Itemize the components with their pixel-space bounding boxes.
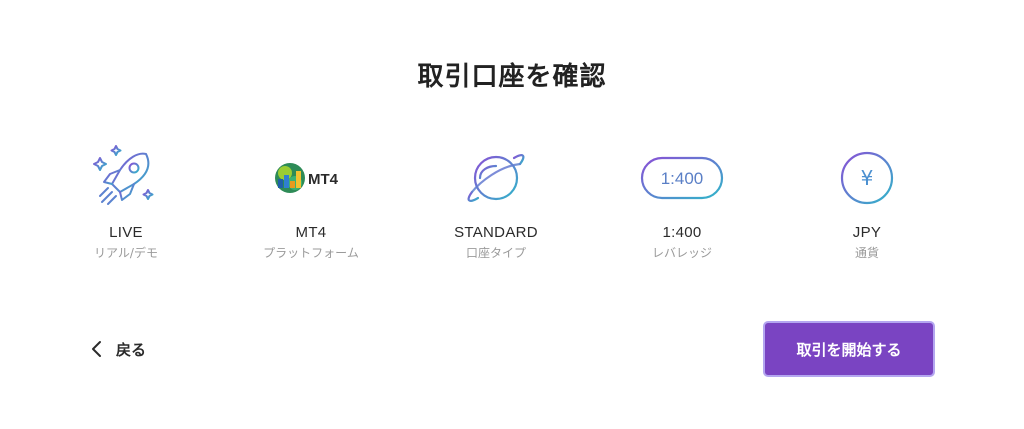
account-type-value: STANDARD xyxy=(454,224,538,241)
platform-label: プラットフォーム xyxy=(263,246,359,260)
leverage-badge-text: 1:400 xyxy=(661,169,704,188)
back-button[interactable]: 戻る xyxy=(88,336,146,362)
mt4-logo-text: MT4 xyxy=(308,171,339,188)
yen-icon: ¥ xyxy=(782,140,952,216)
currency-value: JPY xyxy=(852,224,882,241)
page-title: 取引口座を確認 xyxy=(417,62,607,92)
rocket-icon xyxy=(41,140,211,216)
summary-item-currency: ¥ JPY 通貨 xyxy=(782,140,952,261)
mt4-logo-icon: MT4 xyxy=(226,140,396,216)
summary-item-account-type: STANDARD 口座タイプ xyxy=(411,140,581,261)
start-trading-button-label: 取引を開始する xyxy=(796,340,902,359)
chevron-left-icon xyxy=(92,341,101,357)
platform-value: MT4 xyxy=(295,224,327,241)
account-summary: LIVE リアル/デモ MT4 MT4 プラットフォーム STANDARD 口座… xyxy=(0,140,1024,270)
account-mode-label: リアル/デモ xyxy=(94,246,158,260)
yen-symbol: ¥ xyxy=(861,166,874,190)
leverage-badge-icon: 1:400 xyxy=(597,140,767,216)
leverage-label: レバレッジ xyxy=(651,246,712,260)
summary-item-leverage: 1:400 1:400 レバレッジ xyxy=(597,140,767,261)
currency-label: 通貨 xyxy=(854,246,879,260)
planet-icon xyxy=(411,140,581,216)
start-trading-button[interactable]: 取引を開始する xyxy=(763,321,935,377)
summary-item-platform: MT4 MT4 プラットフォーム xyxy=(226,140,396,261)
account-mode-value: LIVE xyxy=(109,224,143,241)
account-type-label: 口座タイプ xyxy=(465,246,526,260)
back-button-label: 戻る xyxy=(116,340,147,359)
summary-item-account-mode: LIVE リアル/デモ xyxy=(41,140,211,261)
leverage-value: 1:400 xyxy=(662,224,702,241)
